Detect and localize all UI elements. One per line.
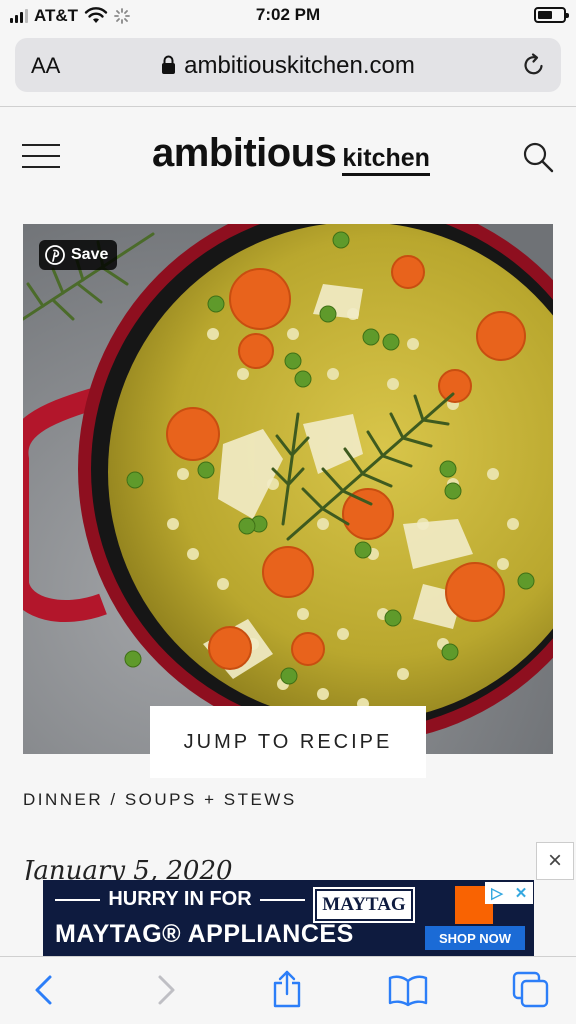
pinterest-save-label: Save — [71, 246, 109, 263]
ad-headline-row: HURRY IN FOR — [55, 888, 305, 911]
bookmarks-icon[interactable] — [388, 973, 428, 1007]
soup-pot-illustration — [23, 224, 553, 754]
status-time: 7:02 PM — [255, 5, 321, 24]
safari-bottom-toolbar — [0, 956, 576, 1024]
pinterest-save-button[interactable]: Save — [39, 240, 118, 270]
status-bar: AT&T 7:02 PM — [0, 0, 576, 32]
ad-rule-left — [55, 898, 101, 901]
ad-subheadline: MAYTAG® APPLIANCES — [55, 920, 354, 948]
logo-sub-text: kitchen — [342, 144, 430, 176]
jump-to-recipe-button[interactable]: JUMP TO RECIPE — [150, 706, 426, 778]
tabs-icon[interactable] — [512, 971, 550, 1009]
category-breadcrumbs[interactable]: DINNER / SOUPS + STEWS — [23, 790, 297, 810]
search-icon[interactable] — [522, 141, 554, 173]
shop-now-label: SHOP NOW — [439, 930, 511, 946]
share-icon[interactable] — [272, 969, 302, 1009]
adchoices-icon[interactable]: ▷ — [485, 882, 509, 904]
reload-icon[interactable] — [521, 52, 547, 78]
maytag-logo: MAYTAG — [313, 887, 415, 923]
hero-soup-image[interactable]: Save — [23, 224, 553, 754]
pinterest-icon — [45, 245, 65, 265]
banner-ad[interactable]: HURRY IN FOR MAYTAG® APPLIANCES MAYTAG ▷… — [43, 880, 534, 956]
adchoices-badge[interactable]: ▷ ✕ — [485, 882, 533, 904]
forward-icon[interactable] — [154, 973, 178, 1007]
back-icon[interactable] — [32, 973, 56, 1007]
address-bar[interactable]: AA ambitiouskitchen.com — [15, 38, 561, 92]
url-text: ambitiouskitchen.com — [184, 52, 415, 79]
jump-to-recipe-label: JUMP TO RECIPE — [183, 730, 393, 753]
phone-screen: AT&T 7:02 PM AA ambitiouskitchen.com amb… — [0, 0, 576, 1024]
url-field[interactable]: ambitiouskitchen.com — [15, 52, 561, 80]
maytag-logo-text: MAYTAG — [322, 894, 406, 915]
ad-rule-right — [259, 898, 305, 901]
ad-headline: HURRY IN FOR — [108, 888, 252, 910]
logo-main-text: ambitious — [152, 131, 337, 175]
hamburger-menu-icon[interactable] — [22, 144, 60, 168]
lock-icon — [162, 55, 176, 74]
adchoices-close-icon[interactable]: ✕ — [509, 882, 533, 904]
shop-now-button[interactable]: SHOP NOW — [425, 926, 525, 950]
site-logo[interactable]: ambitious kitchen — [152, 131, 430, 176]
ad-close-label: × — [547, 847, 562, 874]
battery-icon — [534, 7, 569, 23]
site-header: ambitious kitchen — [0, 107, 576, 217]
ad-close-button[interactable]: × — [536, 842, 574, 880]
